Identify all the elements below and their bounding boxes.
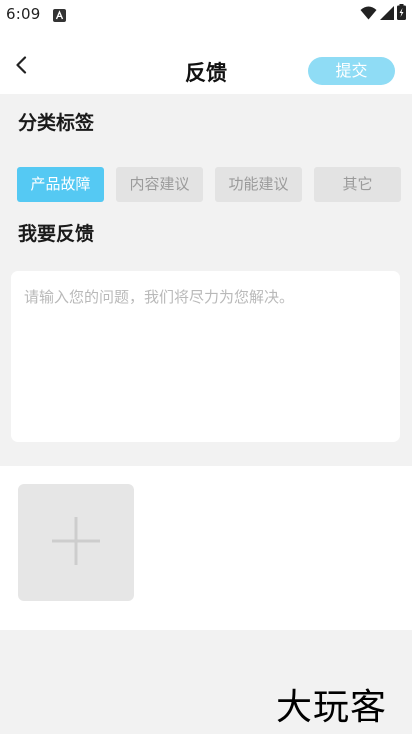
watermark-logo: 大玩客	[276, 687, 388, 728]
header: 反馈 提交	[0, 30, 412, 94]
tag-feature-suggestion[interactable]: 功能建议	[215, 167, 302, 202]
category-section-title: 分类标签	[18, 112, 95, 134]
feedback-section-title: 我要反馈	[18, 223, 95, 245]
battery-icon	[397, 4, 406, 24]
add-image-button[interactable]	[18, 484, 134, 601]
category-tags: 产品故障 内容建议 功能建议 其它	[17, 167, 401, 202]
notification-icon	[53, 7, 66, 22]
wifi-icon	[360, 5, 377, 24]
plus-icon	[49, 514, 103, 572]
status-bar: 6:09	[0, 0, 412, 30]
status-icons	[360, 4, 406, 24]
tag-content-suggestion[interactable]: 内容建议	[116, 167, 203, 202]
signal-icon	[380, 5, 394, 24]
status-time: 6:09	[6, 5, 41, 23]
feedback-input[interactable]: 请输入您的问题，我们将尽力为您解决。	[11, 271, 400, 442]
tag-other[interactable]: 其它	[314, 167, 401, 202]
feedback-placeholder: 请输入您的问题，我们将尽力为您解决。	[24, 288, 295, 306]
tag-product-fault[interactable]: 产品故障	[17, 167, 104, 202]
upload-section	[0, 466, 412, 630]
submit-button[interactable]: 提交	[308, 57, 395, 85]
